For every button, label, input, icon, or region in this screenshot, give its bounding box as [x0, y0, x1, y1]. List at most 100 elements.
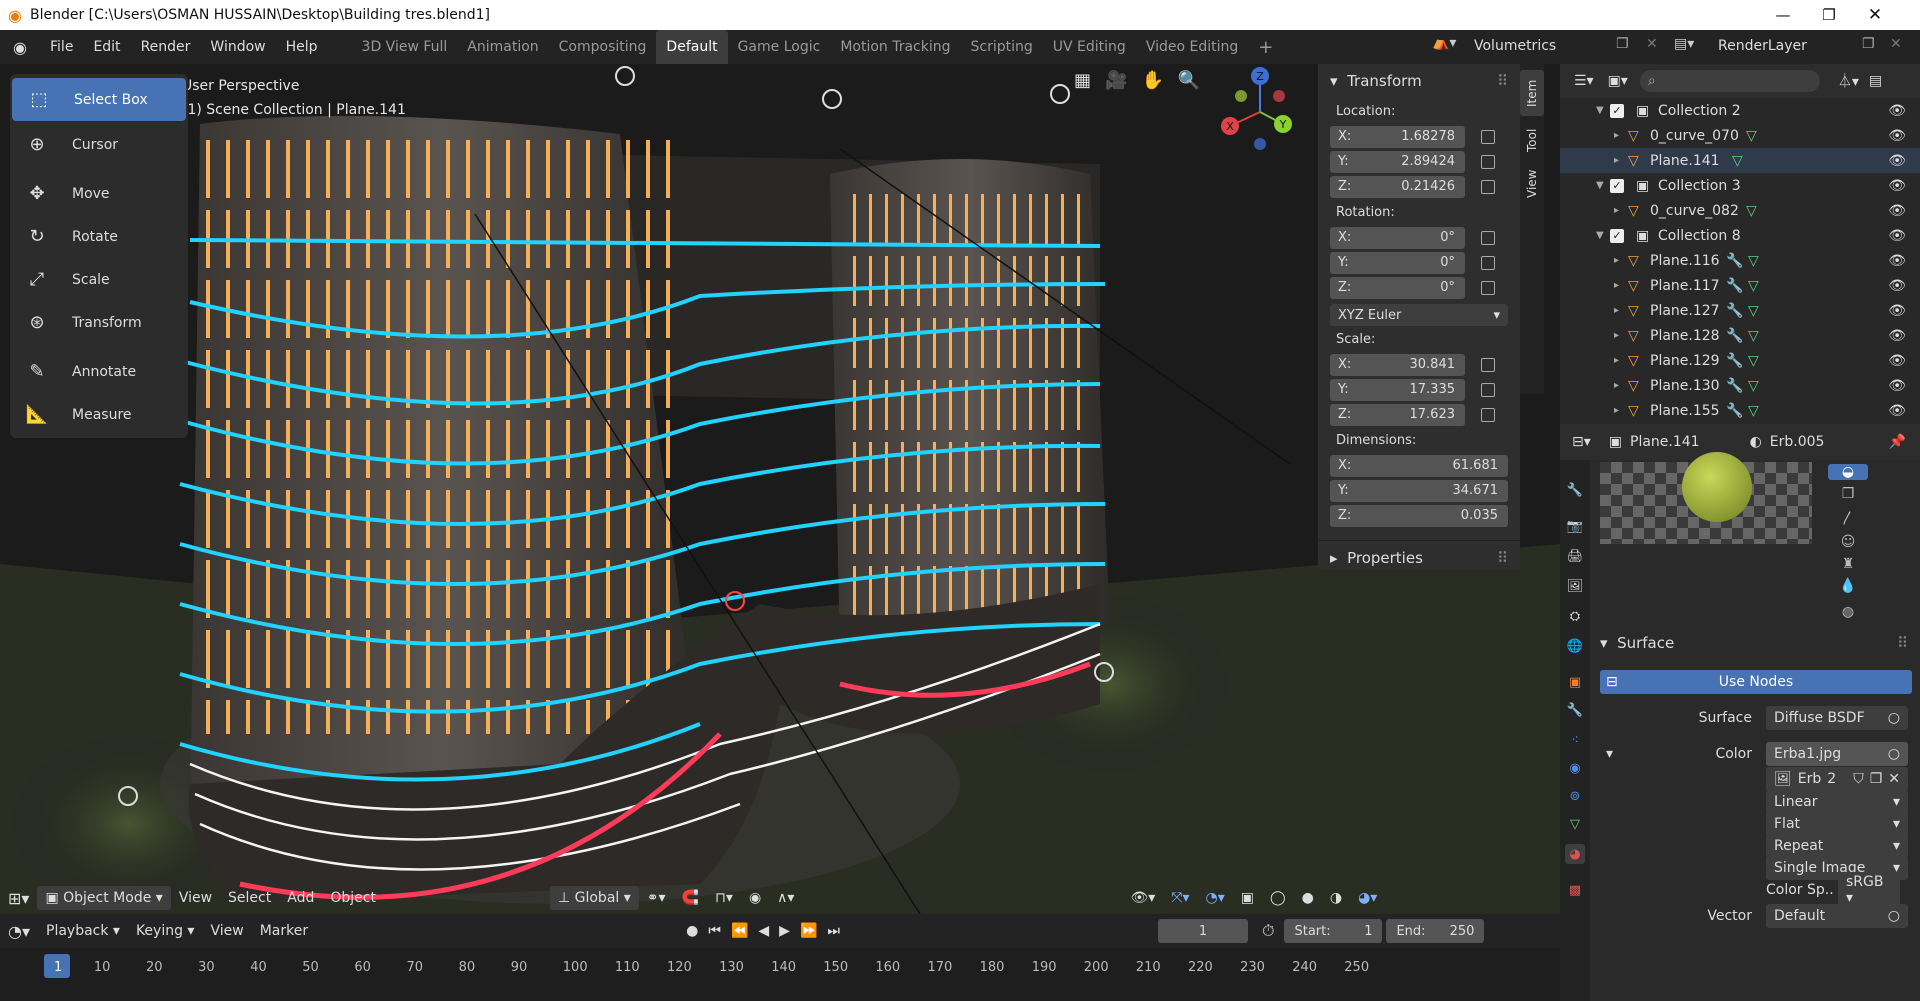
outliner-row[interactable]: ▼ ✓ ▣ Collection 8 👁 — [1560, 223, 1920, 248]
mesh-data-icon[interactable]: ▽ — [1748, 303, 1759, 319]
outliner-item-label[interactable]: Plane.128 — [1650, 328, 1720, 344]
start-frame-field[interactable]: Start: 1 — [1284, 919, 1383, 943]
pan-hand-icon[interactable]: ✋ — [1141, 70, 1163, 91]
constraints-tab-icon[interactable]: ⊚ — [1565, 786, 1585, 806]
outliner-row[interactable]: ▸ ▽ 0_curve_082 ▽ 👁 — [1560, 198, 1920, 223]
eye-icon[interactable]: 👁 — [1888, 378, 1906, 394]
world-tab-icon[interactable]: 🌐 — [1565, 636, 1585, 656]
maximize-button[interactable]: ❐ — [1806, 0, 1852, 30]
outliner-row[interactable]: ▼ ✓ ▣ Collection 3 👁 — [1560, 173, 1920, 198]
image-datablock[interactable]: 🖼 Erb 2 ⛉ ❐ ✕ — [1766, 767, 1908, 791]
preview-hair-icon[interactable]: 〳 — [1841, 508, 1855, 528]
filter-icon[interactable]: ⏃▾ — [1838, 71, 1859, 91]
eye-icon[interactable]: 👁 — [1888, 303, 1906, 319]
physics-tab-icon[interactable]: ◉ — [1565, 758, 1585, 778]
outliner-item-label[interactable]: Plane.130 — [1650, 378, 1720, 394]
eye-icon[interactable]: 👁 — [1888, 353, 1906, 369]
expand-icon[interactable]: ▸ — [1614, 405, 1619, 416]
lock-icon[interactable] — [1481, 179, 1495, 194]
properties-header[interactable]: ▸ Properties ⠿ — [1318, 540, 1520, 574]
current-frame-field[interactable]: 1 — [1157, 919, 1248, 943]
timeline-editor-icon[interactable]: ◔▾ — [0, 922, 38, 941]
gizmo-icon[interactable]: ⤧▾ — [1163, 890, 1197, 906]
outliner-item-label[interactable]: Collection 2 — [1658, 103, 1741, 119]
expand-icon[interactable]: ▸ — [1614, 155, 1619, 166]
tab-item[interactable]: Item — [1520, 70, 1544, 116]
layer-close-icon[interactable]: ✕ — [1890, 36, 1902, 52]
scale-z-field[interactable]: Z: 17.623 — [1330, 403, 1465, 426]
outliner-row[interactable]: ▸ ▽ Plane.128 🔧 ▽ 👁 — [1560, 323, 1920, 348]
drag-handle-icon[interactable]: ⠿ — [1497, 72, 1508, 90]
outliner-editor-icon[interactable]: ☰▾ — [1574, 73, 1594, 89]
tool-annotate[interactable]: ✎ Annotate — [10, 350, 188, 393]
outliner-row[interactable]: ▼ ✓ ▣ Collection 2 👁 — [1560, 98, 1920, 123]
record-icon[interactable]: ● — [686, 923, 698, 939]
lock-icon[interactable] — [1481, 407, 1495, 422]
menu-add[interactable]: Add — [279, 890, 322, 906]
extension-dropdown[interactable]: Repeat ▾ — [1766, 834, 1908, 858]
use-nodes-button[interactable]: ⊟ Use Nodes — [1600, 670, 1912, 694]
camera-icon[interactable]: 🎥 — [1105, 70, 1127, 91]
checkbox-icon[interactable]: ✓ — [1610, 178, 1624, 193]
drag-handle-icon[interactable]: ⠿ — [1897, 634, 1908, 652]
scene-name[interactable]: Volumetrics — [1474, 38, 1556, 54]
drag-handle-icon[interactable]: ⠿ — [1497, 549, 1508, 567]
unlink-icon[interactable]: ✕ — [1888, 771, 1900, 787]
modifier-icon[interactable]: 🔧 — [1726, 353, 1743, 369]
outliner-row[interactable]: ▸ ▽ Plane.117 🔧 ▽ 👁 — [1560, 273, 1920, 298]
rendered-shading-icon[interactable]: ◕▾ — [1350, 890, 1385, 906]
fake-user-icon[interactable]: ⛉ — [1853, 771, 1864, 787]
tool-move[interactable]: ✥ Move — [10, 172, 188, 215]
tool-tab-icon[interactable]: 🔧 — [1565, 480, 1585, 500]
zoom-icon[interactable]: 🔍 — [1178, 70, 1200, 91]
tab-tool[interactable]: Tool — [1520, 120, 1544, 160]
object-tab-icon[interactable]: ▣ — [1565, 672, 1585, 692]
menu-help[interactable]: Help — [276, 30, 328, 64]
playback-menu[interactable]: Playback ▾ — [38, 923, 128, 939]
workspace-tab[interactable]: Scripting — [961, 30, 1043, 64]
end-frame-field[interactable]: End: 250 — [1386, 919, 1485, 943]
output-tab-icon[interactable]: 🖨 — [1565, 546, 1585, 566]
mesh-data-icon[interactable]: ▽ — [1748, 253, 1759, 269]
eye-icon[interactable]: 👁 — [1888, 328, 1906, 344]
mesh-data-icon[interactable]: ▽ — [1748, 403, 1759, 419]
modifier-icon[interactable]: 🔧 — [1726, 253, 1743, 269]
outliner-item-label[interactable]: 0_curve_082 — [1650, 203, 1739, 219]
preview-cube-icon[interactable]: ❒ — [1842, 486, 1855, 502]
display-mode-icon[interactable]: ▣▾ — [1608, 73, 1628, 89]
grid-icon[interactable]: ▦ — [1074, 70, 1091, 91]
menu-view[interactable]: View — [171, 890, 220, 906]
tool-select-box[interactable]: ⬚ Select Box — [12, 78, 186, 121]
play-reverse-icon[interactable]: ◀ — [758, 923, 769, 939]
outliner-item-label[interactable]: Collection 8 — [1658, 228, 1741, 244]
expand-icon[interactable]: ▸ — [1614, 280, 1619, 291]
tool-scale[interactable]: ⤢ Scale — [10, 258, 188, 301]
duplicate-icon[interactable]: ❐ — [1870, 771, 1883, 787]
view-layer-tab-icon[interactable]: 🖼 — [1565, 576, 1585, 596]
layer-copy-icon[interactable]: ❐ — [1862, 36, 1875, 52]
scene-tab-icon[interactable]: ⛭ — [1565, 606, 1585, 626]
mesh-data-icon[interactable]: ▽ — [1748, 278, 1759, 294]
wireframe-shading-icon[interactable]: ◯ — [1262, 890, 1294, 906]
modifier-icon[interactable]: 🔧 — [1726, 378, 1743, 394]
stopwatch-icon[interactable]: ⏱ — [1262, 921, 1274, 941]
particles-tab-icon[interactable]: ⁖ — [1565, 730, 1585, 750]
scene-copy-icon[interactable]: ❐ — [1616, 36, 1629, 52]
visibility-icon[interactable]: 👁▾ — [1122, 890, 1163, 906]
location-z-field[interactable]: Z: 0.21426 — [1330, 175, 1465, 198]
eye-icon[interactable]: 👁 — [1888, 178, 1906, 194]
outliner-item-label[interactable]: Plane.155 — [1650, 403, 1720, 419]
tool-rotate[interactable]: ↻ Rotate — [10, 215, 188, 258]
xray-icon[interactable]: ▣ — [1233, 890, 1262, 906]
expand-icon[interactable]: ▸ — [1614, 355, 1619, 366]
collapse-icon[interactable]: ▼ — [1596, 230, 1604, 241]
checkbox-icon[interactable]: ✓ — [1610, 103, 1624, 118]
curve-data-icon[interactable]: ▽ — [1746, 128, 1757, 144]
eye-icon[interactable]: 👁 — [1888, 153, 1906, 169]
location-x-field[interactable]: X: 1.68278 — [1330, 125, 1465, 148]
outliner-item-label[interactable]: Collection 3 — [1658, 178, 1741, 194]
rotation-y-field[interactable]: Y: 0° — [1330, 251, 1465, 274]
data-tab-icon[interactable]: ▽ — [1565, 814, 1585, 834]
properties-editor-icon[interactable]: ⊟▾ — [1572, 434, 1591, 450]
modifier-icon[interactable]: 🔧 — [1726, 403, 1743, 419]
